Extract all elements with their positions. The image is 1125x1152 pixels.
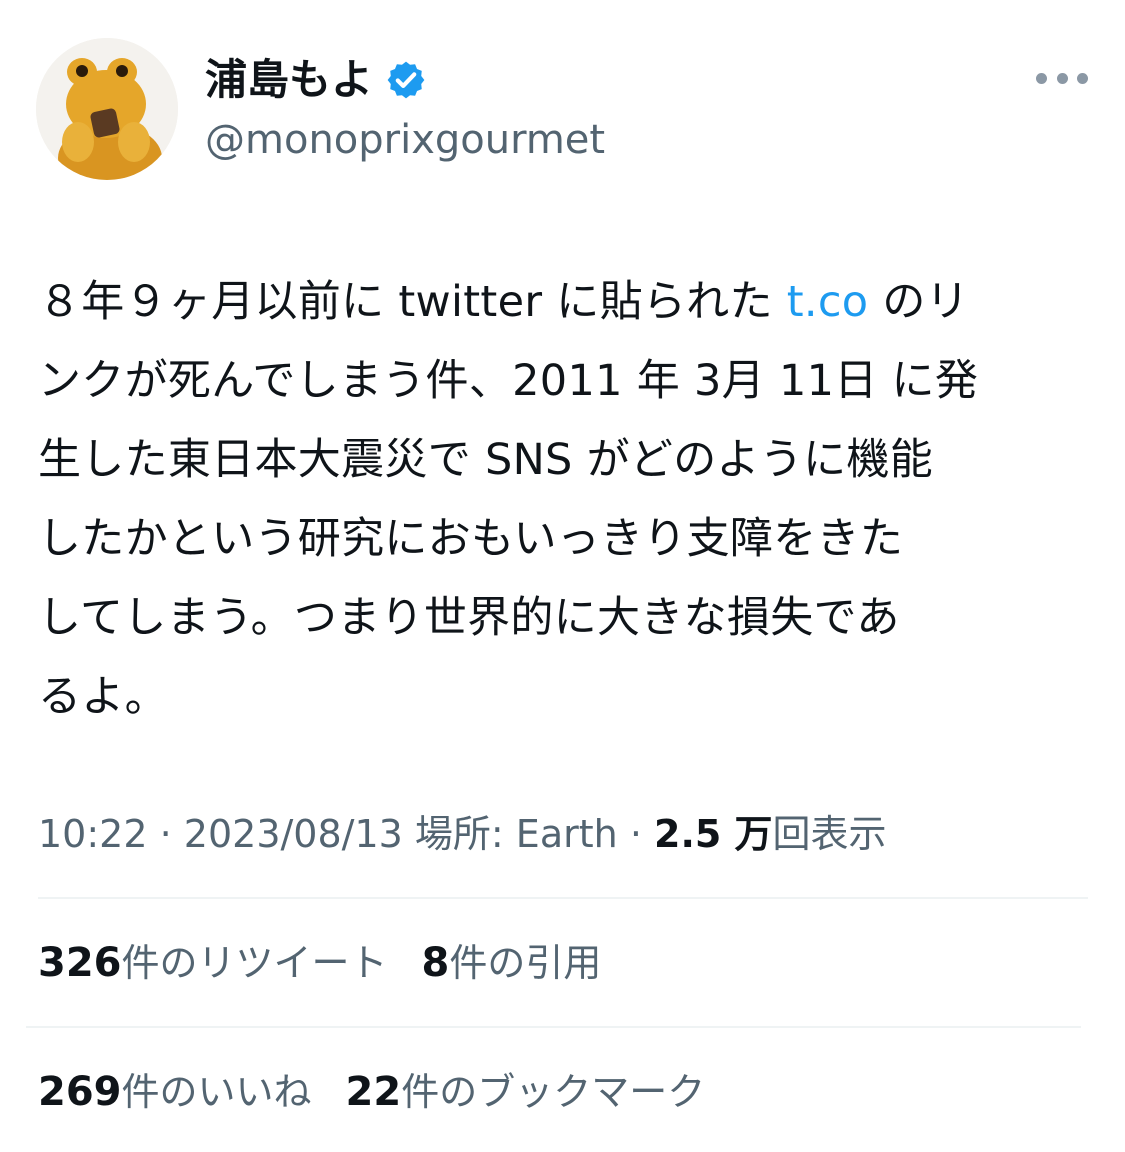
retweets-count: 326 xyxy=(38,940,122,986)
tweet-text-part: ８年９ヶ月以前に twitter に貼られた xyxy=(38,277,787,327)
bookmarks-label: 件のブックマーク xyxy=(401,1070,706,1114)
avatar[interactable] xyxy=(36,38,178,180)
quotes-label: 件の引用 xyxy=(449,941,602,985)
more-dot xyxy=(1036,72,1047,84)
retweets-label: 件のリツイート xyxy=(121,941,388,985)
engagement-row-2: 269件のいいね 22件のブックマーク xyxy=(38,1062,705,1122)
engagement-row-1: 326件のリツイート 8件の引用 xyxy=(38,933,601,993)
divider xyxy=(26,1026,1081,1028)
tweet-time[interactable]: 10:22 xyxy=(38,812,148,856)
more-options-icon[interactable] xyxy=(1036,60,1088,96)
verified-badge-icon[interactable] xyxy=(385,59,427,101)
likes-count: 269 xyxy=(38,1069,122,1115)
meta-separator: · xyxy=(629,812,642,856)
bookmarks-count: 22 xyxy=(345,1069,402,1115)
views-count[interactable]: 2.5 万 xyxy=(654,812,773,856)
display-name-text[interactable]: 浦島もよ xyxy=(205,50,373,110)
tweet-text-part: のリ xyxy=(868,277,969,327)
views-label[interactable]: 回表示 xyxy=(773,812,887,856)
quotes-stat[interactable]: 8件の引用 xyxy=(421,940,602,986)
quotes-count: 8 xyxy=(421,940,450,986)
divider xyxy=(38,897,1088,899)
more-dot xyxy=(1077,72,1088,84)
tweet-meta: 10:22 · 2023/08/13 場所: Earth · 2.5 万回表示 xyxy=(38,806,887,862)
tweet-text: ８年９ヶ月以前に twitter に貼られた t.co のリンクが死んでしまう件… xyxy=(38,263,1078,737)
tweet-date[interactable]: 2023/08/13 xyxy=(184,812,403,856)
more-dot xyxy=(1056,72,1068,84)
tco-link[interactable]: t.co xyxy=(787,277,869,327)
user-handle[interactable]: @monoprixgourmet xyxy=(205,115,605,165)
likes-stat[interactable]: 269件のいいね xyxy=(38,1069,312,1115)
tweet-location: 場所: Earth xyxy=(414,812,618,856)
bookmarks-stat[interactable]: 22件のブックマーク xyxy=(345,1069,706,1115)
likes-label: 件のいいね xyxy=(121,1070,312,1114)
frog-character-avatar-image xyxy=(36,38,178,180)
tweet-text-part: ンクが死んでしまう件、2011 年 3月 11日 に発 生した東日本大震災で S… xyxy=(38,356,979,722)
meta-separator: · xyxy=(159,812,172,856)
display-name[interactable]: 浦島もよ xyxy=(205,50,427,110)
retweets-stat[interactable]: 326件のリツイート xyxy=(38,940,388,986)
